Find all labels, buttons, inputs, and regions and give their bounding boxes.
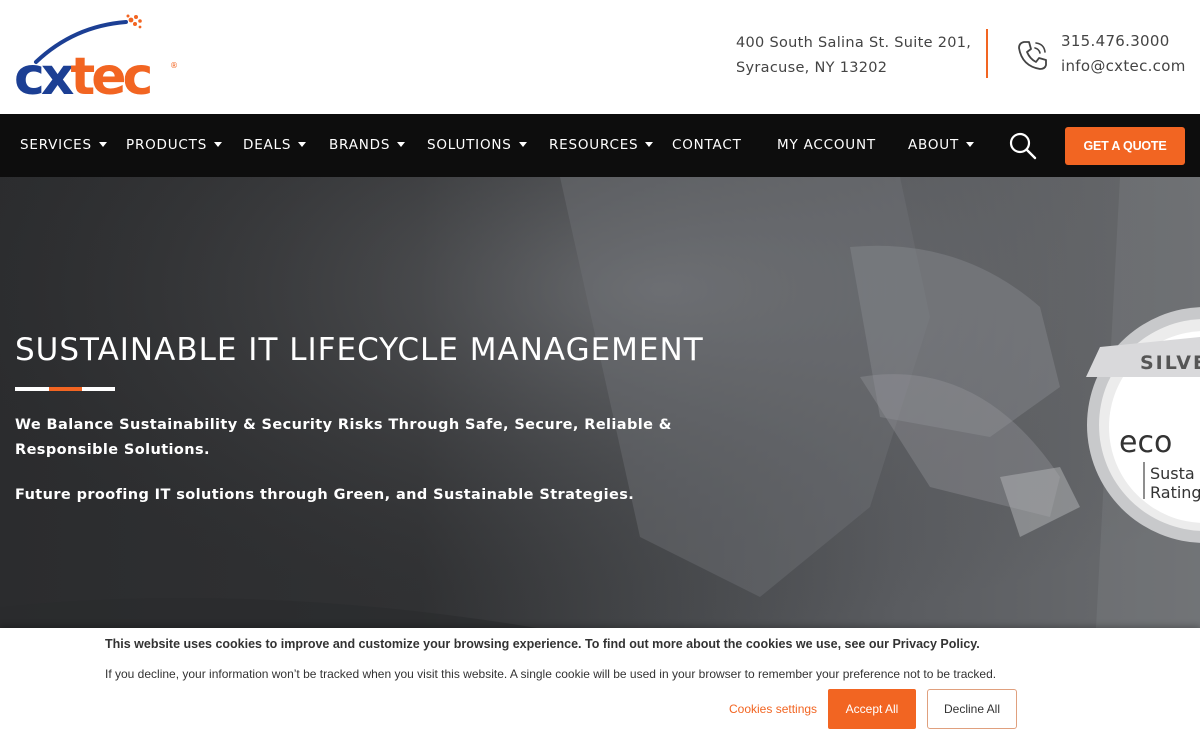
- decline-all-button[interactable]: Decline All: [927, 689, 1017, 729]
- badge-line-2: Rating: [1150, 483, 1200, 502]
- phone-icon: [1018, 41, 1047, 70]
- address-line-2: Syracuse, NY 13202: [736, 60, 888, 76]
- caret-down-icon: [98, 141, 107, 147]
- badge-brand-text: eco: [1119, 425, 1172, 460]
- address-line-1: 400 South Salina St. Suite 201,: [736, 35, 972, 51]
- nav-about-label: ABOUT: [908, 137, 960, 153]
- title-underline-right: [82, 387, 115, 391]
- cookies-settings-link[interactable]: Cookies settings: [729, 702, 817, 716]
- cookie-notice-text: This website uses cookies to improve and…: [105, 637, 980, 651]
- site-header: cxtec ® 400 South Salina St. Suite 201, …: [0, 0, 1200, 114]
- header-divider: [986, 29, 988, 78]
- nav-about[interactable]: ABOUT: [908, 114, 975, 177]
- nav-brands-label: BRANDS: [329, 137, 391, 153]
- caret-down-icon: [397, 141, 406, 147]
- nav-solutions[interactable]: SOLUTIONS: [427, 114, 527, 177]
- caret-down-icon: [518, 141, 527, 147]
- nav-my-account-label: MY ACCOUNT: [777, 137, 876, 153]
- nav-services[interactable]: SERVICES: [20, 114, 107, 177]
- caret-down-icon: [966, 141, 975, 147]
- email-link[interactable]: info@cxtec.com: [1061, 54, 1186, 79]
- title-underline-accent: [49, 387, 82, 391]
- contact-info: 315.476.3000 info@cxtec.com: [1061, 29, 1186, 79]
- nav-products[interactable]: PRODUCTS: [126, 114, 223, 177]
- ecovadis-silver-badge: SILVE eco Susta Rating: [1086, 307, 1200, 543]
- cxtec-logo[interactable]: cxtec ®: [14, 14, 184, 100]
- svg-text:cxtec: cxtec: [14, 47, 151, 100]
- caret-down-icon: [214, 141, 223, 147]
- nav-services-label: SERVICES: [20, 137, 92, 153]
- nav-deals[interactable]: DEALS: [243, 114, 307, 177]
- caret-down-icon: [298, 141, 307, 147]
- hero-title: SUSTAINABLE IT LIFECYCLE MANAGEMENT: [15, 332, 704, 368]
- nav-resources-label: RESOURCES: [549, 137, 639, 153]
- nav-contact-label: CONTACT: [672, 137, 742, 153]
- nav-solutions-label: SOLUTIONS: [427, 137, 512, 153]
- get-a-quote-button[interactable]: GET A QUOTE: [1065, 127, 1185, 165]
- badge-line-1: Susta: [1150, 464, 1195, 483]
- badge-ribbon-text: SILVE: [1140, 352, 1200, 374]
- accept-all-button[interactable]: Accept All: [828, 689, 916, 729]
- phone-link[interactable]: 315.476.3000: [1061, 29, 1186, 54]
- nav-products-label: PRODUCTS: [126, 137, 208, 153]
- nav-resources[interactable]: RESOURCES: [549, 114, 654, 177]
- search-icon[interactable]: [1008, 131, 1038, 161]
- cookie-banner: This website uses cookies to improve and…: [0, 628, 1200, 740]
- nav-contact[interactable]: CONTACT: [672, 114, 742, 177]
- cookie-decline-text: If you decline, your information won’t b…: [105, 667, 997, 681]
- hero-paragraph-1: We Balance Sustainability & Security Ris…: [15, 417, 672, 458]
- address: 400 South Salina St. Suite 201, Syracuse…: [736, 31, 971, 81]
- caret-down-icon: [645, 141, 654, 147]
- nav-my-account[interactable]: MY ACCOUNT: [777, 114, 876, 177]
- nav-brands[interactable]: BRANDS: [329, 114, 406, 177]
- title-underline-left: [15, 387, 49, 391]
- registered-mark: ®: [170, 61, 178, 70]
- nav-deals-label: DEALS: [243, 137, 292, 153]
- hero-paragraph-2: Future proofing IT solutions through Gre…: [15, 487, 635, 503]
